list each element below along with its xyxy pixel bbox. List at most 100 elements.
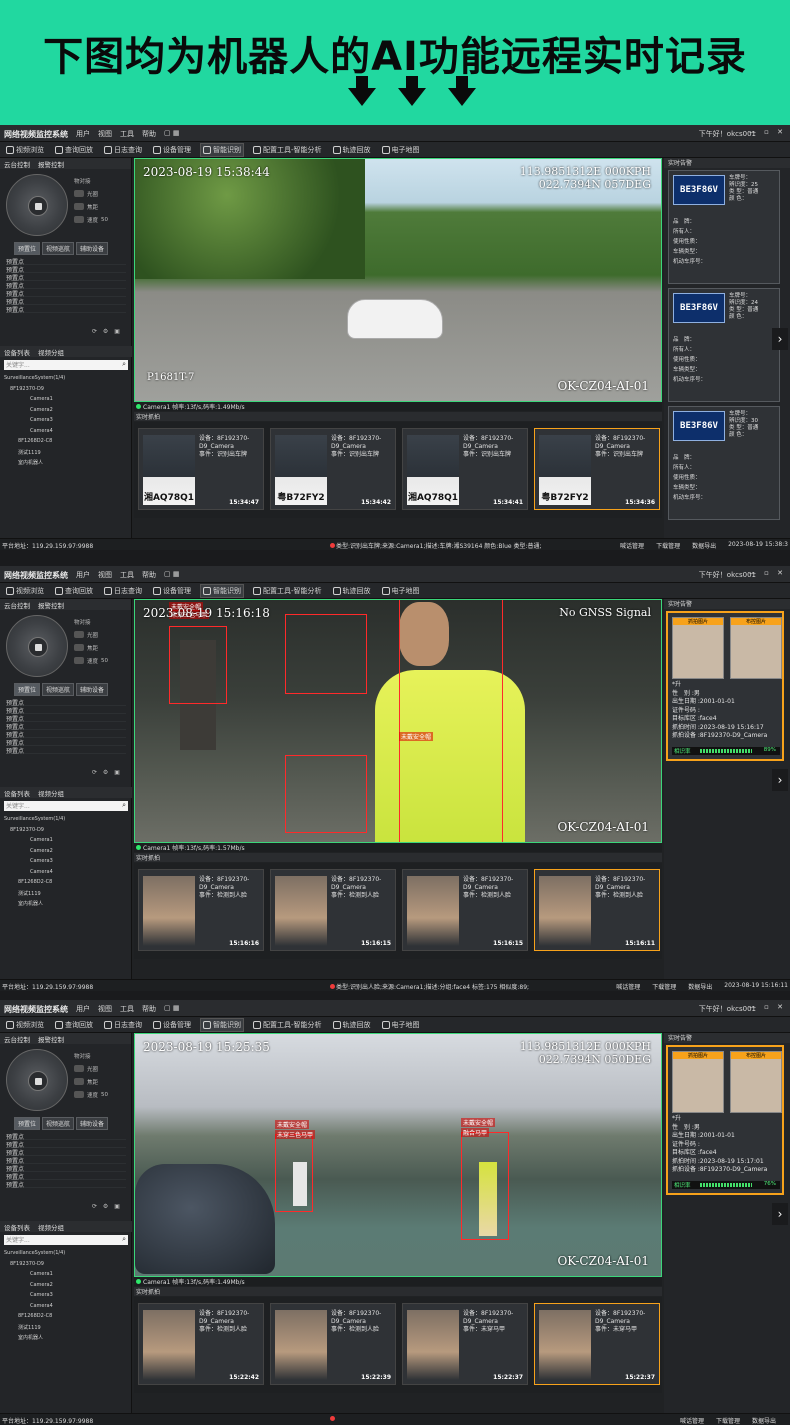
tab-device-list[interactable]: 设备列表 <box>0 1221 34 1232</box>
capture-card[interactable]: 湘AQ78Q1 设备：8F192370-D9_Camera 事件：识别出车牌 15:3… <box>138 428 264 510</box>
tree-node[interactable]: 8F1268D2-C8 <box>4 438 128 449</box>
tab-device-list[interactable]: 设备列表 <box>0 346 34 357</box>
list-item[interactable]: 预置点 <box>6 305 126 314</box>
list-item[interactable]: 预置点 <box>6 265 126 274</box>
search-icon[interactable]: ⌕ <box>122 801 126 810</box>
search-input[interactable]: 关键字... ⌕ <box>4 801 128 811</box>
tree-node[interactable]: 测试1119 <box>4 890 128 901</box>
fullscreen-icon[interactable]: ▢ ▦ <box>164 1004 179 1014</box>
tool-track-playback[interactable]: 轨迹回放 <box>331 1019 373 1031</box>
video-viewport[interactable]: 未戴安全帽 未穿三色马甲 未戴安全帽 融合马甲 2023-08-19 15:25:35… <box>134 1033 662 1277</box>
preset-button[interactable]: 预置位 <box>14 683 41 696</box>
list-item[interactable]: 预置点 <box>6 289 126 298</box>
tool-smart-recognition[interactable]: 智能识别 <box>200 1017 244 1032</box>
tool-smart-recognition[interactable]: 智能识别 <box>200 142 244 157</box>
window-controls[interactable]: — ▫ ✕ <box>749 1003 786 1011</box>
face-alarm-card[interactable]: 抓拍图片 布控图片 *升性 别 :男 出生日期 :2001-01-01 证件号码 : 目标… <box>666 611 784 761</box>
tree-node[interactable]: Camera4 <box>4 1303 128 1314</box>
list-item[interactable]: 预置点 <box>6 1156 126 1165</box>
iris-button[interactable] <box>74 1065 84 1072</box>
list-item[interactable]: 预置点 <box>6 273 126 282</box>
search-input[interactable]: 关键字... ⌕ <box>4 360 128 370</box>
tool-device-mgmt[interactable]: 设备管理 <box>151 144 193 156</box>
lock-icon[interactable] <box>28 196 48 216</box>
menu-tools[interactable]: 工具 <box>120 1004 134 1014</box>
menu-help[interactable]: 帮助 <box>142 129 156 139</box>
chevron-right-icon[interactable]: › <box>772 769 788 791</box>
tree-node[interactable]: Camera4 <box>4 428 128 439</box>
tool-playback[interactable]: 查询回放 <box>53 1019 95 1031</box>
tree-node[interactable]: Camera2 <box>4 848 128 859</box>
tree-node[interactable]: 8F1268D2-C8 <box>4 879 128 890</box>
tree-node[interactable]: Camera3 <box>4 858 128 869</box>
tool-emap[interactable]: 电子地图 <box>380 585 422 597</box>
tab-alarm-control[interactable]: 报警控制 <box>34 599 68 610</box>
aux-button[interactable]: 辅助设备 <box>76 242 109 255</box>
preset-action-icons[interactable]: ⟳ ⚙ ▣ <box>92 328 122 335</box>
cruise-button[interactable]: 视频巡航 <box>42 683 75 696</box>
list-item[interactable]: 预置点 <box>6 738 126 747</box>
tab-ptz-control[interactable]: 云台控制 <box>0 158 34 169</box>
capture-card[interactable]: 设备：8F192370-D9_Camera 事件：检测到人脸 15:16:16 <box>138 869 264 951</box>
tool-track-playback[interactable]: 轨迹回放 <box>331 585 373 597</box>
tree-node[interactable]: SurveillanceSystem(1/4) <box>4 375 128 386</box>
capture-card[interactable]: 设备：8F192370-D9_Camera 事件：检测到人脸 15:22:42 <box>138 1303 264 1385</box>
menu-help[interactable]: 帮助 <box>142 1004 156 1014</box>
tree-node[interactable]: Camera4 <box>4 869 128 880</box>
lock-icon[interactable] <box>28 1071 48 1091</box>
tab-alarm-control[interactable]: 报警控制 <box>34 1033 68 1044</box>
tool-smart-recognition[interactable]: 智能识别 <box>200 583 244 598</box>
tool-emap[interactable]: 电子地图 <box>380 1019 422 1031</box>
tab-video-group[interactable]: 视频分组 <box>34 1221 68 1232</box>
tab-video-group[interactable]: 视频分组 <box>34 346 68 357</box>
tool-video-browse[interactable]: 视频浏览 <box>4 1019 46 1031</box>
tree-node[interactable]: 8F192370-D9 <box>4 827 128 838</box>
ptz-joystick[interactable] <box>6 1049 68 1111</box>
list-item[interactable]: 预置点 <box>6 698 126 707</box>
talk-mgmt-button[interactable]: 喊话管理 <box>620 541 644 550</box>
tool-device-mgmt[interactable]: 设备管理 <box>151 585 193 597</box>
list-item[interactable]: 预置点 <box>6 1172 126 1181</box>
fullscreen-icon[interactable]: ▢ ▦ <box>164 129 179 139</box>
menu-user[interactable]: 用户 <box>76 570 90 580</box>
fullscreen-icon[interactable]: ▢ ▦ <box>164 570 179 580</box>
speed-slider[interactable] <box>74 1091 84 1098</box>
tool-track-playback[interactable]: 轨迹回放 <box>331 144 373 156</box>
tool-playback[interactable]: 查询回放 <box>53 144 95 156</box>
list-item[interactable]: 预置点 <box>6 706 126 715</box>
menu-view[interactable]: 视图 <box>98 129 112 139</box>
tab-device-list[interactable]: 设备列表 <box>0 787 34 798</box>
capture-card[interactable]: 设备：8F192370-D9_Camera 事件：检测到人脸 15:16:15 <box>402 869 528 951</box>
iris-button[interactable] <box>74 631 84 638</box>
tab-ptz-control[interactable]: 云台控制 <box>0 599 34 610</box>
tree-node[interactable]: SurveillanceSystem(1/4) <box>4 816 128 827</box>
plate-alarm-card[interactable]: BE3F86V 车牌号： 辨识度：25 类 型：普通颜 色：品 牌： 所有人： 使用性质：… <box>668 170 780 284</box>
tool-log-query[interactable]: 日志查询 <box>102 585 144 597</box>
preset-action-icons[interactable]: ⟳ ⚙ ▣ <box>92 769 122 776</box>
tool-emap[interactable]: 电子地图 <box>380 144 422 156</box>
tool-config[interactable]: 配置工具-智能分析 <box>251 585 324 597</box>
focus-button[interactable] <box>74 1078 84 1085</box>
tool-config[interactable]: 配置工具-智能分析 <box>251 144 324 156</box>
menu-user[interactable]: 用户 <box>76 1004 90 1014</box>
list-item[interactable]: 预置点 <box>6 1180 126 1189</box>
tree-node[interactable]: 8F192370-D9 <box>4 386 128 397</box>
aux-button[interactable]: 辅助设备 <box>76 1117 109 1130</box>
tree-node[interactable]: Camera1 <box>4 396 128 407</box>
capture-card[interactable]: 粤B72FY2 设备：8F192370-D9_Camera 事件：识别出车牌 15:3… <box>534 428 660 510</box>
list-item[interactable]: 预置点 <box>6 1140 126 1149</box>
capture-card[interactable]: 粤B72FY2 设备：8F192370-D9_Camera 事件：识别出车牌 15:3… <box>270 428 396 510</box>
list-item[interactable]: 预置点 <box>6 746 126 755</box>
tool-video-browse[interactable]: 视频浏览 <box>4 585 46 597</box>
list-item[interactable]: 预置点 <box>6 1132 126 1141</box>
menu-user[interactable]: 用户 <box>76 129 90 139</box>
search-icon[interactable]: ⌕ <box>122 1235 126 1244</box>
tab-alarm-control[interactable]: 报警控制 <box>34 158 68 169</box>
tool-log-query[interactable]: 日志查询 <box>102 144 144 156</box>
iris-button[interactable] <box>74 190 84 197</box>
chevron-right-icon[interactable]: › <box>772 1203 788 1225</box>
lock-icon[interactable] <box>28 637 48 657</box>
menu-help[interactable]: 帮助 <box>142 570 156 580</box>
menu-tools[interactable]: 工具 <box>120 129 134 139</box>
tool-video-browse[interactable]: 视频浏览 <box>4 144 46 156</box>
